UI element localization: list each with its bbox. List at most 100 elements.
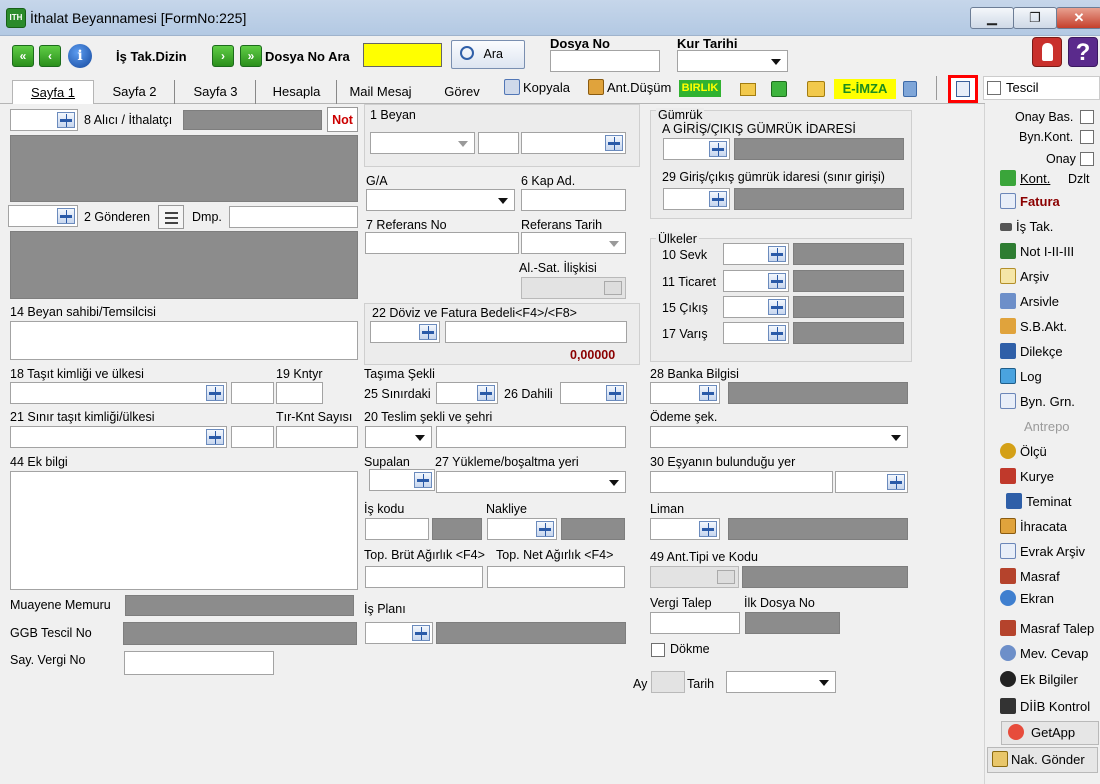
birlik-button[interactable]: BIRLIK (679, 80, 721, 97)
cikis-input[interactable] (723, 296, 789, 318)
esya-yer-input[interactable] (650, 471, 833, 493)
say-vergi-input[interactable] (124, 651, 274, 675)
first-record-button[interactable]: « (12, 45, 34, 67)
maximize-button[interactable]: ❐ (1013, 7, 1057, 29)
brut-agirlik-input[interactable] (365, 566, 483, 588)
sidebar-item-ihracata[interactable]: İhracata (1000, 516, 1100, 538)
sidebar-item-arsiv[interactable]: Arşiv (1000, 266, 1100, 288)
tescil-checkbox-area[interactable]: Tescil (983, 76, 1100, 100)
supalan-input[interactable] (369, 469, 435, 491)
sidebar-item-byn-grn[interactable]: Byn. Grn. (1000, 391, 1100, 413)
minimize-button[interactable]: ▁ (970, 7, 1014, 29)
prev-record-button[interactable]: ‹ (39, 45, 61, 67)
ant-dusum-button[interactable]: Ant.Düşüm (588, 79, 671, 101)
ara-button[interactable]: Ara (451, 40, 525, 69)
getapp-button[interactable]: GetApp (1001, 721, 1099, 745)
lookup-icon[interactable] (412, 625, 430, 641)
kntyr-input[interactable] (276, 382, 323, 404)
sidebar-item-is-tak[interactable]: İş Tak. (1000, 216, 1100, 238)
help-icon[interactable]: ? (1068, 37, 1098, 67)
sidebar-item-teminat[interactable]: Teminat (1006, 491, 1100, 513)
is-takip-dizin-label[interactable]: İş Tak.Dizin (116, 49, 187, 64)
lookup-icon[interactable] (768, 299, 786, 315)
dokme-checkbox[interactable] (651, 643, 665, 657)
referans-no-input[interactable] (365, 232, 519, 254)
not-button[interactable]: Not (327, 107, 358, 132)
varis-input[interactable] (723, 322, 789, 344)
sidebar-item-dilekce[interactable]: Dilekçe (1000, 341, 1100, 363)
tab-gorev[interactable]: Görev (424, 80, 500, 104)
tasit-input[interactable] (10, 382, 227, 404)
lookup-icon[interactable] (699, 385, 717, 401)
sidebar-item-ek-bilgiler[interactable]: Ek Bilgiler (1000, 669, 1100, 691)
sidebar-item-sb-akt[interactable]: S.B.Akt. (1000, 316, 1100, 338)
ticaret-input[interactable] (723, 270, 789, 292)
lookup-icon[interactable] (419, 324, 437, 340)
sidebar-item-evrak-arsiv[interactable]: Evrak Arşiv (1000, 541, 1100, 563)
tab-sayfa-2[interactable]: Sayfa 2 (95, 80, 175, 104)
kap-ad-input[interactable] (521, 189, 626, 211)
kopyala-button[interactable]: Kopyala (504, 79, 570, 101)
onay-bas-checkbox[interactable] (1080, 110, 1094, 124)
tab-hesapla[interactable]: Hesapla (257, 80, 337, 104)
ek-bilgi-textarea[interactable] (10, 471, 358, 590)
referans-tarih-select[interactable] (521, 232, 626, 254)
beyan-sub-input[interactable] (478, 132, 519, 154)
lookup-icon[interactable] (206, 429, 224, 445)
ga-select[interactable] (366, 189, 515, 211)
tab-sayfa-1[interactable]: Sayfa 1 (12, 80, 94, 104)
tasit-ulke-input[interactable] (231, 382, 274, 404)
gonderen-code-spinner[interactable] (8, 205, 78, 227)
beyan-code-input[interactable] (521, 132, 626, 154)
sevk-input[interactable] (723, 243, 789, 265)
sinirdaki-input[interactable] (436, 382, 498, 404)
tir-knt-input[interactable] (276, 426, 358, 448)
lookup-icon[interactable] (57, 112, 75, 128)
dosya-no-input[interactable] (550, 50, 660, 72)
lookup-icon[interactable] (606, 385, 624, 401)
close-button[interactable]: ✕ (1056, 7, 1100, 29)
upload-icon[interactable] (771, 81, 787, 97)
tab-sayfa-3[interactable]: Sayfa 3 (176, 80, 256, 104)
computer-icon[interactable] (903, 81, 917, 97)
lookup-icon[interactable] (709, 191, 727, 207)
lookup-icon[interactable] (57, 208, 75, 224)
esya-yer-code-input[interactable] (835, 471, 908, 493)
sidebar-item-not[interactable]: Not I-II-III (1000, 241, 1100, 263)
lookup-icon[interactable] (887, 474, 905, 490)
sidebar-item-dzlt[interactable]: Dzlt (1068, 172, 1090, 186)
last-record-button[interactable]: » (240, 45, 262, 67)
is-kodu-input[interactable] (365, 518, 429, 540)
sidebar-item-log[interactable]: Log (1000, 366, 1100, 388)
beyan-type-select[interactable] (370, 132, 475, 154)
vergi-talep-input[interactable] (650, 612, 740, 634)
exit-hand-icon[interactable] (1032, 37, 1062, 67)
sidebar-item-masraf[interactable]: Masraf (1000, 566, 1100, 588)
net-agirlik-input[interactable] (487, 566, 625, 588)
lookup-icon[interactable] (768, 273, 786, 289)
list-icon[interactable] (158, 205, 184, 229)
beyan-sahibi-input[interactable] (10, 321, 358, 360)
byn-kont-checkbox[interactable] (1080, 130, 1094, 144)
teslim-sekli-select[interactable] (365, 426, 432, 448)
nak-gonder-button[interactable]: Nak. Gönder (987, 747, 1098, 773)
sidebar-item-mev-cevap[interactable]: Mev. Cevap (1000, 643, 1100, 665)
odeme-select[interactable] (650, 426, 908, 448)
banka-input[interactable] (650, 382, 720, 404)
folder-open-icon[interactable] (740, 83, 756, 96)
onay-checkbox[interactable] (1080, 152, 1094, 166)
lookup-icon[interactable] (206, 385, 224, 401)
sidebar-item-olcu[interactable]: Ölçü (1000, 441, 1100, 463)
sidebar-item-kurye[interactable]: Kurye (1000, 466, 1100, 488)
lookup-icon[interactable] (536, 521, 554, 537)
e-imza-button[interactable]: E-İMZA (834, 79, 896, 99)
sidebar-item-fatura[interactable]: Fatura (1000, 191, 1100, 213)
sidebar-item-diib[interactable]: DİİB Kontrol (1000, 696, 1100, 718)
sinir-tasit-input[interactable] (10, 426, 227, 448)
lookup-icon[interactable] (709, 141, 727, 157)
lookup-icon[interactable] (605, 135, 623, 151)
dmp-input[interactable] (229, 206, 358, 228)
teslim-sehir-input[interactable] (436, 426, 626, 448)
search-input[interactable] (363, 43, 442, 67)
sinir-girisi-input[interactable] (663, 188, 730, 210)
